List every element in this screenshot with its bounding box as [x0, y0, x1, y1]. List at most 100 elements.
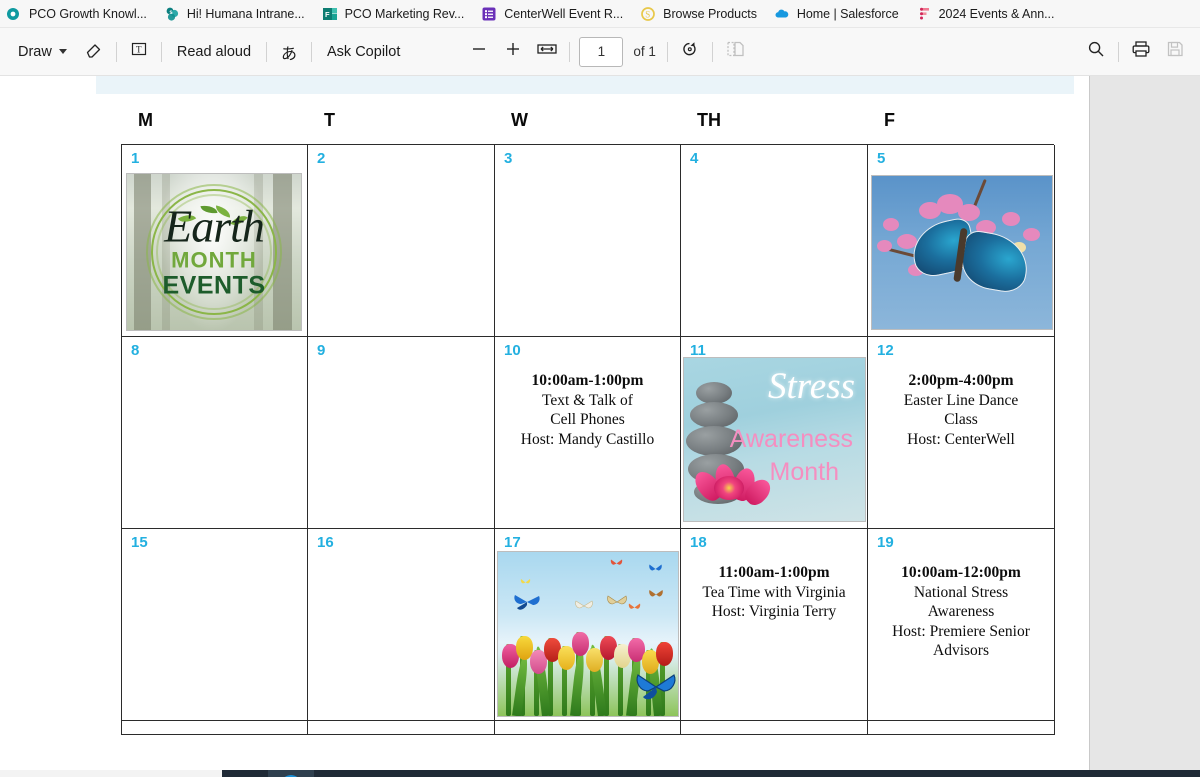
calendar-cell-5[interactable]: 5 — [868, 145, 1055, 337]
butterfly-icon — [574, 598, 594, 619]
butterfly-icon — [628, 600, 641, 618]
earth-month-events-image: Earth MONTH EVENTS — [126, 173, 302, 331]
pdf-toolbar: Draw T Read aloud あ Ask Copilot 1 of 1 — [0, 28, 1200, 76]
calendar-cell-4[interactable]: 4 — [681, 145, 868, 337]
zoom-out-button[interactable] — [462, 36, 496, 68]
browser-tab-1[interactable]: s Hi! Humana Intrane... — [158, 0, 316, 27]
network-button[interactable] — [1126, 770, 1162, 777]
windows-taskbar: to search — [0, 770, 1200, 777]
calendar-cell-17[interactable]: 17 — [495, 529, 681, 721]
rotate-button[interactable] — [673, 36, 707, 68]
calendar-cell-partial[interactable] — [308, 721, 495, 735]
event-line: Host: Virginia Terry — [711, 603, 837, 620]
calendar-cell-19[interactable]: 19 10:00am-12:00pm National Stress Aware… — [868, 529, 1055, 721]
page-layout-icon — [724, 38, 746, 65]
dollar-ring-icon: S — [640, 6, 656, 22]
file-explorer-button[interactable] — [314, 770, 360, 777]
read-aloud-button[interactable]: Read aloud — [167, 36, 261, 68]
toolbar-divider — [311, 41, 313, 62]
calendar-cell-partial[interactable] — [122, 721, 308, 735]
teal-circle-icon — [6, 6, 22, 22]
calendar-week-row: 1 Earth MONTH EVENTS 2 3 4 5 — [122, 145, 1055, 337]
day-header-w: W — [511, 109, 528, 130]
calendar-cell-11[interactable]: 11 Stress Awareness Month — [681, 337, 868, 529]
page-number-input[interactable]: 1 — [579, 36, 624, 67]
toolbar-divider — [160, 41, 162, 62]
day-header-m: M — [138, 109, 153, 130]
browser-tab-label: PCO Growth Knowl... — [29, 6, 147, 21]
calendar-cell-8[interactable]: 8 — [122, 337, 308, 529]
calendar-cell-12[interactable]: 12 2:00pm-4:00pm Easter Line Dance Class… — [868, 337, 1055, 529]
fit-to-width-button[interactable] — [530, 36, 564, 68]
pdf-page: M T W TH F 1 Earth MONTH EVENTS 2 3 4 5 … — [0, 76, 1090, 770]
event-time: 10:00am-12:00pm — [901, 564, 1021, 581]
day-number: 10 — [504, 342, 521, 359]
print-button[interactable] — [1124, 36, 1158, 68]
add-text-icon: T — [129, 39, 149, 64]
powerpoint-icon: F — [322, 6, 338, 22]
eraser-icon — [84, 39, 104, 64]
pdf-viewer[interactable]: M T W TH F 1 Earth MONTH EVENTS 2 3 4 5 … — [0, 76, 1200, 770]
event-line: Host: Mandy Castillo — [520, 430, 655, 448]
butterfly-redbud-image — [871, 175, 1053, 330]
calendar-cell-partial[interactable] — [681, 721, 868, 735]
calendar-cell-16[interactable]: 16 — [308, 529, 495, 721]
butterfly-icon — [648, 562, 663, 580]
calendar-cell-partial[interactable] — [868, 721, 1055, 735]
calendar-cell-9[interactable]: 9 — [308, 337, 495, 529]
calendar-cell-partial[interactable] — [495, 721, 681, 735]
zoom-in-button[interactable] — [496, 36, 530, 68]
browser-tab-label: PCO Marketing Rev... — [344, 6, 465, 21]
chevron-down-icon[interactable] — [58, 49, 67, 54]
toolbar-divider — [569, 41, 571, 62]
taskbar-search[interactable]: to search — [0, 770, 222, 777]
calendar-cell-10[interactable]: 10 10:00am-1:00pm Text & Talk of Cell Ph… — [495, 337, 681, 529]
svg-text:S: S — [645, 9, 650, 19]
day-number: 5 — [877, 150, 886, 167]
onedrive-button[interactable] — [1054, 770, 1090, 777]
eraser-button[interactable] — [77, 36, 111, 68]
butterfly-icon — [512, 592, 542, 617]
browser-tab-4[interactable]: S Browse Products — [634, 0, 768, 27]
calendar-cell-15[interactable]: 15 — [122, 529, 308, 721]
stress-line-1: Stress — [767, 366, 855, 408]
event-line: Advisors — [933, 642, 989, 659]
outlook-button[interactable] — [360, 770, 406, 777]
show-hidden-icons-button[interactable] — [1018, 770, 1054, 777]
calendar-cell-3[interactable]: 3 — [495, 145, 681, 337]
forms-list-icon — [481, 6, 497, 22]
event-line: Cell Phones — [550, 411, 625, 428]
task-view-button[interactable] — [222, 770, 268, 777]
butterfly-icon — [634, 670, 678, 707]
butterfly-right-wing — [957, 228, 1033, 296]
draw-button[interactable]: Draw — [8, 36, 77, 68]
translate-icon: あ — [281, 45, 298, 63]
browser-tab-5[interactable]: Home | Salesforce — [768, 0, 910, 27]
translate-button[interactable]: あ — [272, 36, 306, 68]
browser-tab-6[interactable]: 2024 Events & Ann... — [910, 0, 1066, 27]
calendar-cell-2[interactable]: 2 — [308, 145, 495, 337]
volume-button[interactable] — [1162, 770, 1198, 777]
day-number: 9 — [317, 342, 326, 359]
fit-to-width-icon — [536, 39, 558, 64]
save-button[interactable] — [1158, 36, 1192, 68]
browser-tab-2[interactable]: F PCO Marketing Rev... — [316, 0, 476, 27]
day-header-f: F — [884, 109, 895, 130]
page-layout-button[interactable] — [718, 36, 752, 68]
day-number: 3 — [504, 150, 513, 167]
earth-line-2: MONTH — [171, 247, 257, 273]
microsoft-edge-button[interactable] — [268, 770, 314, 777]
battery-button[interactable] — [1090, 770, 1126, 777]
browser-tab-3[interactable]: CenterWell Event R... — [475, 0, 634, 27]
browser-tab-0[interactable]: PCO Growth Knowl... — [0, 0, 158, 27]
save-icon — [1165, 39, 1185, 64]
add-text-button[interactable]: T — [122, 36, 156, 68]
search-icon — [1086, 39, 1106, 64]
search-button[interactable] — [1079, 36, 1113, 68]
calendar-cell-1[interactable]: 1 Earth MONTH EVENTS — [122, 145, 308, 337]
page-number-value: 1 — [597, 44, 606, 59]
ask-copilot-button[interactable]: Ask Copilot — [317, 36, 410, 68]
calendar-cell-18[interactable]: 18 11:00am-1:00pm Tea Time with Virginia… — [681, 529, 868, 721]
salesforce-cloud-icon — [774, 6, 790, 22]
event-text: 10:00am-1:00pm Text & Talk of Cell Phone… — [495, 371, 680, 449]
